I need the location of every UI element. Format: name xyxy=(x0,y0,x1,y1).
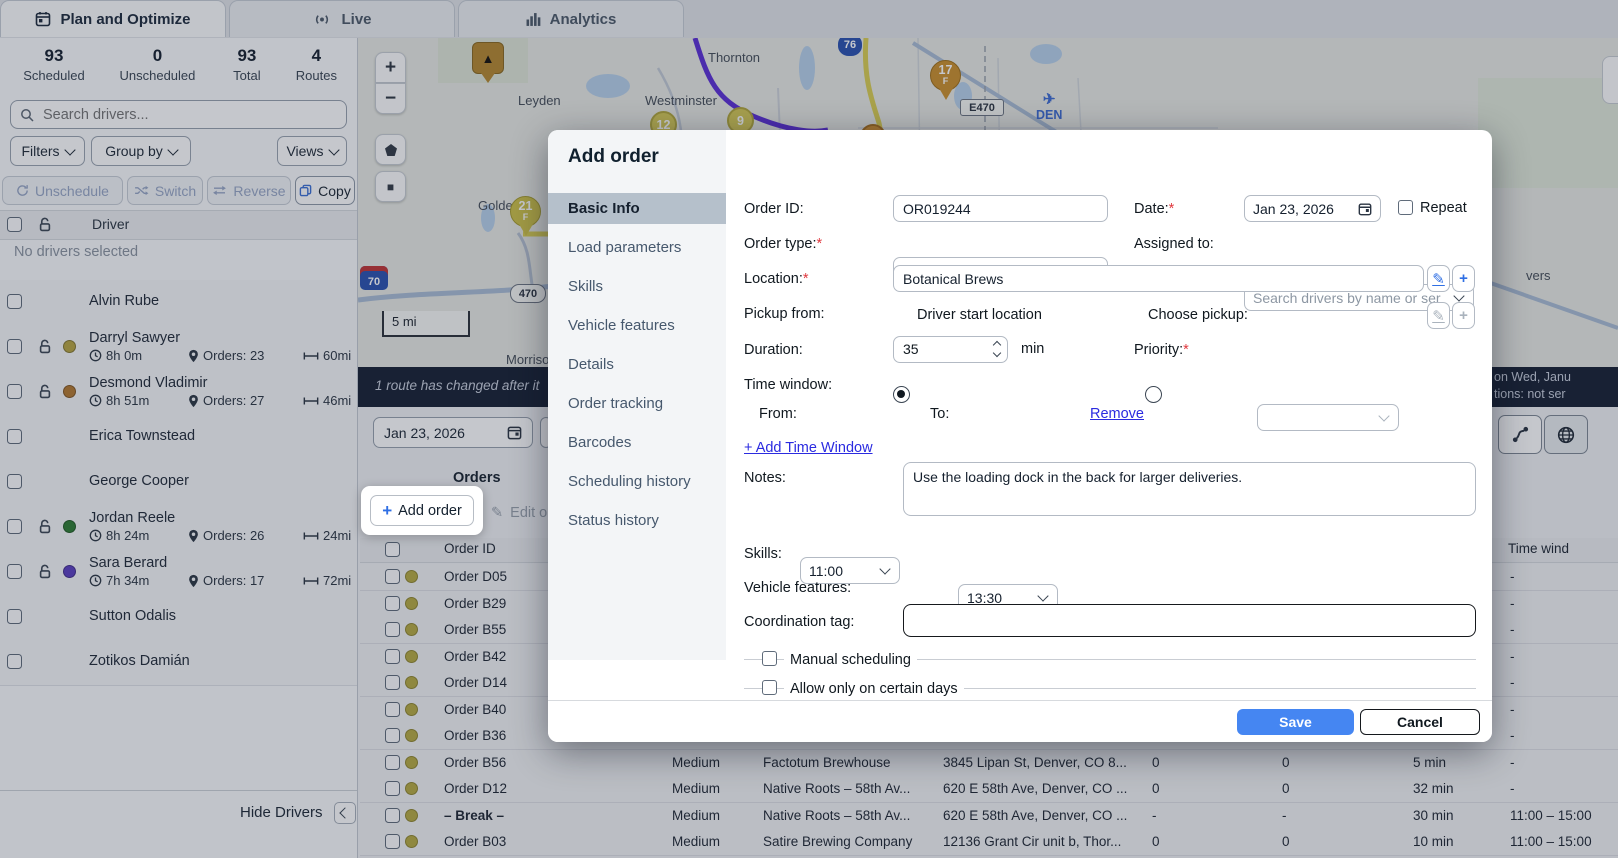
skills-label: Skills: xyxy=(744,546,782,562)
nav-item-details[interactable]: Details xyxy=(548,349,726,380)
chevron-down-icon xyxy=(879,563,890,574)
edit-pickup-button[interactable]: ✎ xyxy=(1427,302,1450,329)
calendar-icon xyxy=(1358,202,1372,216)
pickup-from-label: Pickup from: xyxy=(744,302,825,326)
allow-days-label: Allow only on certain days xyxy=(784,681,964,697)
modal-footer: Save Cancel xyxy=(548,700,1492,742)
modal-nav: Basic Info Load parameters Skills Vehicl… xyxy=(548,193,726,544)
nav-item-scheduling-history[interactable]: Scheduling history xyxy=(548,466,726,497)
date-label: Date:* xyxy=(1134,195,1174,222)
priority-label: Priority:* xyxy=(1134,336,1189,363)
duration-unit: min xyxy=(1021,341,1044,357)
modal-form: Order ID: Date:* Jan 23, 2026 Repeat Ord… xyxy=(726,130,1492,700)
date-field[interactable]: Jan 23, 2026 xyxy=(1244,195,1381,222)
assigned-to-label: Assigned to: xyxy=(1134,230,1214,257)
add-order-button[interactable]: + Add order xyxy=(370,495,474,526)
plus-icon: + xyxy=(1459,270,1468,287)
remove-time-window-link[interactable]: Remove xyxy=(1090,406,1144,422)
from-value: 11:00 xyxy=(809,563,843,579)
nav-item-load-parameters[interactable]: Load parameters xyxy=(548,232,726,263)
nav-item-status-history[interactable]: Status history xyxy=(548,505,726,536)
add-time-window-link[interactable]: + Add Time Window xyxy=(744,440,873,456)
duration-stepper[interactable]: 35 xyxy=(893,336,1008,363)
duration-label: Duration: xyxy=(744,336,803,363)
add-order-modal: Add order Basic Info Load parameters Ski… xyxy=(548,130,1492,742)
choose-pickup-radio[interactable] xyxy=(1145,386,1162,403)
to-label: To: xyxy=(930,406,949,422)
chevron-down-icon xyxy=(1378,410,1389,421)
driver-start-label: Driver start location xyxy=(917,307,1042,323)
manual-scheduling-checkbox[interactable] xyxy=(762,651,777,666)
cancel-button[interactable]: Cancel xyxy=(1360,709,1480,735)
nav-item-basic-info[interactable]: Basic Info xyxy=(548,193,726,224)
nav-item-order-tracking[interactable]: Order tracking xyxy=(548,388,726,419)
duration-value: 35 xyxy=(903,341,919,357)
manual-scheduling-label: Manual scheduling xyxy=(784,652,917,668)
nav-item-vehicle-features[interactable]: Vehicle features xyxy=(548,310,726,341)
plus-icon: + xyxy=(382,502,392,519)
add-order-spotlight: + Add order xyxy=(361,486,483,535)
coordination-tag-label: Coordination tag: xyxy=(744,614,854,630)
notes-label: Notes: xyxy=(744,470,786,486)
add-pickup-button[interactable]: + xyxy=(1452,302,1475,329)
edit-location-button[interactable]: ✎ xyxy=(1427,265,1450,292)
vehicle-features-label: Vehicle features: xyxy=(744,580,851,596)
coordination-tag-input[interactable] xyxy=(903,604,1476,637)
add-location-button[interactable]: + xyxy=(1452,265,1475,292)
allow-days-checkbox[interactable] xyxy=(762,680,777,695)
repeat-label: Repeat xyxy=(1420,200,1467,216)
nav-item-barcodes[interactable]: Barcodes xyxy=(548,427,726,458)
location-label: Location:* xyxy=(744,265,809,292)
add-order-label: Add order xyxy=(398,503,462,519)
choose-pickup-label: Choose pickup: xyxy=(1148,307,1248,323)
pencil-icon: ✎ xyxy=(1432,270,1445,288)
plus-icon: + xyxy=(1459,307,1468,324)
chevron-down-icon xyxy=(1037,590,1048,601)
stepper-arrows-icon[interactable] xyxy=(994,342,1000,356)
pencil-icon: ✎ xyxy=(1432,307,1445,325)
order-id-input[interactable] xyxy=(893,195,1108,222)
modal-title: Add order xyxy=(568,146,659,168)
nav-item-skills[interactable]: Skills xyxy=(548,271,726,302)
time-window-label: Time window: xyxy=(744,377,832,393)
from-label: From: xyxy=(759,406,797,422)
date-value: Jan 23, 2026 xyxy=(1253,201,1334,217)
chevron-down-icon xyxy=(1453,290,1464,301)
route-planner-app: Plan and Optimize Live Analytics 93 Sche… xyxy=(0,0,1618,858)
pickup-location-select[interactable] xyxy=(1257,404,1399,431)
repeat-checkbox[interactable] xyxy=(1398,200,1413,215)
order-type-label: Order type:* xyxy=(744,230,822,257)
order-id-label: Order ID: xyxy=(744,195,804,222)
save-button[interactable]: Save xyxy=(1237,709,1354,735)
location-input[interactable] xyxy=(893,265,1424,292)
driver-start-radio[interactable] xyxy=(893,386,910,403)
notes-textarea[interactable]: Use the loading dock in the back for lar… xyxy=(903,462,1476,516)
